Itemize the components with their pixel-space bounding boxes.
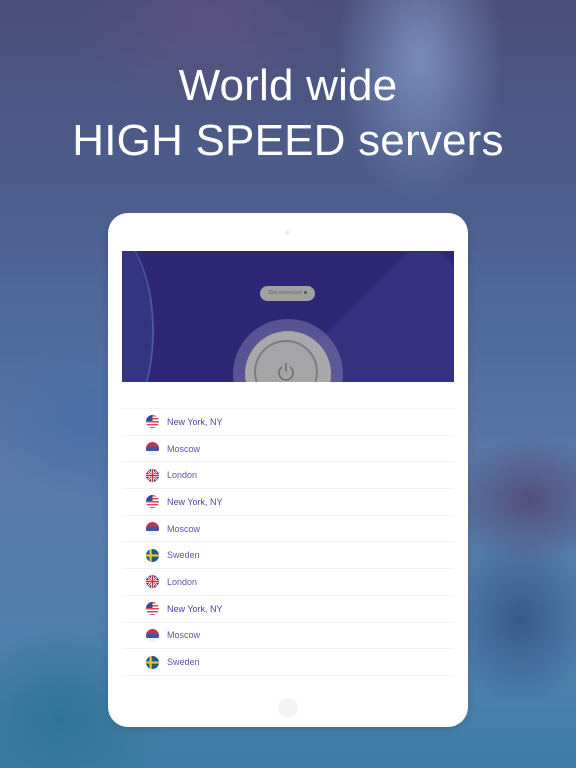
server-list: New York, NY Moscow London New York, NY … bbox=[122, 408, 454, 676]
headline-line-2: HIGH SPEED servers bbox=[72, 116, 504, 165]
server-name: London bbox=[167, 470, 198, 481]
server-name: Sweden bbox=[167, 657, 200, 668]
server-name: New York, NY bbox=[167, 603, 223, 614]
ru-flag-icon bbox=[146, 442, 159, 456]
server-name: Moscow bbox=[167, 443, 201, 454]
ru-flag-icon bbox=[146, 522, 159, 536]
server-name: Sweden bbox=[167, 550, 200, 561]
server-list-item[interactable]: Sweden bbox=[122, 542, 454, 570]
status-text: Disconnected bbox=[268, 290, 302, 296]
home-button[interactable] bbox=[278, 698, 298, 718]
promo-headline: World wide HIGH SPEED servers bbox=[0, 58, 576, 168]
uk-flag-icon bbox=[146, 575, 159, 589]
power-icon bbox=[278, 362, 294, 381]
server-list-item[interactable]: New York, NY bbox=[122, 596, 454, 623]
server-list-item[interactable]: Moscow bbox=[122, 623, 454, 650]
server-name: London bbox=[167, 576, 198, 587]
server-list-item[interactable]: New York, NY bbox=[122, 489, 454, 516]
headline-line-1: World wide bbox=[178, 61, 398, 110]
server-name: Moscow bbox=[167, 630, 201, 641]
server-list-item[interactable]: New York, NY bbox=[122, 409, 454, 436]
us-flag-icon bbox=[146, 602, 159, 616]
us-flag-icon bbox=[146, 495, 159, 509]
se-flag-icon bbox=[146, 548, 159, 562]
server-name: New York, NY bbox=[167, 496, 223, 507]
server-name: New York, NY bbox=[167, 416, 223, 427]
server-list-item[interactable]: Sweden bbox=[122, 649, 454, 676]
server-list-item[interactable]: Moscow bbox=[122, 516, 454, 543]
us-flag-icon bbox=[146, 415, 159, 429]
server-name: Moscow bbox=[167, 523, 201, 534]
camera-icon bbox=[285, 230, 290, 235]
decorative-sheen bbox=[122, 251, 154, 382]
se-flag-icon bbox=[146, 655, 159, 669]
tablet-device: Disconnected New York, NY Moscow London … bbox=[108, 213, 468, 727]
server-list-item[interactable]: Moscow bbox=[122, 436, 454, 463]
connection-panel: Disconnected bbox=[122, 251, 454, 382]
server-list-item[interactable]: London bbox=[122, 569, 454, 596]
status-badge: Disconnected bbox=[260, 286, 315, 301]
uk-flag-icon bbox=[146, 468, 159, 482]
status-dot-icon bbox=[303, 291, 307, 295]
ru-flag-icon bbox=[146, 628, 159, 642]
server-list-item[interactable]: London bbox=[122, 462, 454, 490]
